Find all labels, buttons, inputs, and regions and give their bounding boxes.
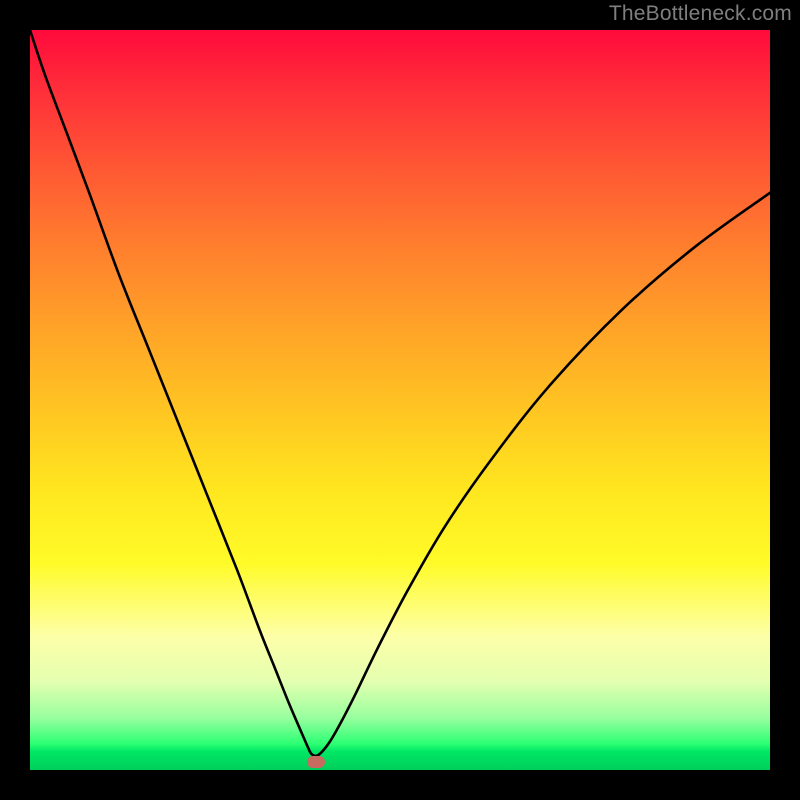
chart-plot-area (30, 30, 770, 770)
bottleneck-curve (30, 30, 770, 770)
watermark-text: TheBottleneck.com (609, 2, 792, 26)
optimal-point-marker (307, 756, 325, 768)
chart-frame: TheBottleneck.com (0, 0, 800, 800)
